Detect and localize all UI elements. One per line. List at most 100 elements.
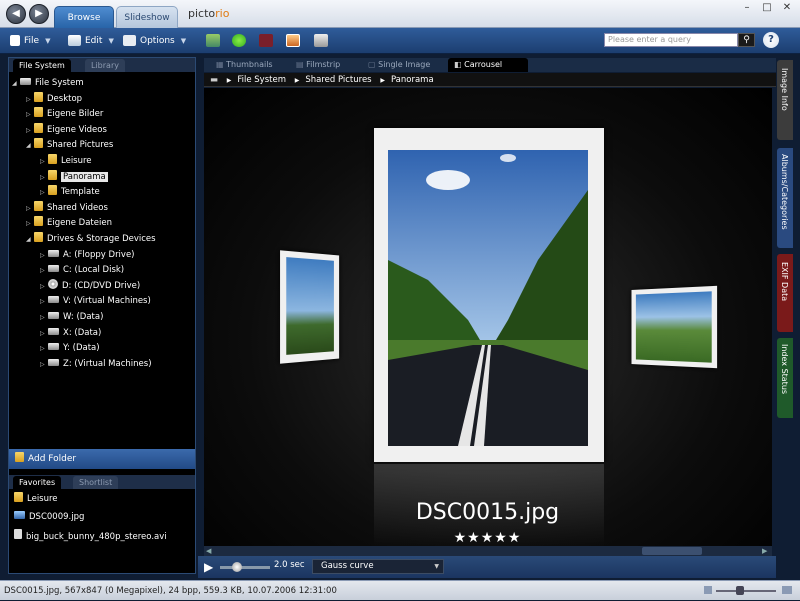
tree-item[interactable]: ◢ File System [12,76,84,91]
expand-icon[interactable]: ▷ [40,341,48,356]
tree-item-label: C: (Local Disk) [63,265,125,276]
tree-item[interactable]: ▷ D: (CD/DVD Drive) [40,278,140,294]
edit-menu-label: Edit [85,36,103,46]
zoom-slider[interactable] [716,590,776,592]
add-folder-button[interactable]: Add Folder [9,449,195,469]
favorite-item[interactable]: Leisure [14,491,58,507]
side-tab-albums-categories[interactable]: Albums/Categories [777,148,793,248]
favorite-item[interactable]: big_buck_bunny_480p_stereo.avi [14,529,167,545]
status-bar: DSC0015.jpg, 567x847 (0 Megapixel), 24 b… [0,580,800,600]
interval-slider[interactable] [220,566,270,569]
expand-icon[interactable]: ▷ [40,248,48,263]
play-icon[interactable]: ▶ [204,560,213,574]
options-menu[interactable]: Options ▼ [123,28,186,54]
photo-image [388,150,588,446]
tree-item[interactable]: ▷ Template [40,185,100,200]
side-tab-image-info[interactable]: Image Info [777,60,793,140]
carousel-photo-right[interactable] [631,285,718,369]
tab-library[interactable]: Library [85,59,125,72]
refresh-icon[interactable] [232,34,246,47]
tree-item[interactable]: ▷ Panorama [40,169,108,185]
tab-carrousel[interactable]: ◧ Carrousel [448,58,528,72]
breadcrumb-item[interactable]: File System [237,75,286,85]
breadcrumb-item[interactable]: Panorama [391,75,434,85]
file-menu[interactable]: File ▼ [10,28,50,54]
expand-icon[interactable]: ▷ [26,123,34,138]
side-tab-exif-data[interactable]: EXIF Data [777,254,793,332]
zoom-out-icon[interactable] [704,586,712,594]
scroll-left-icon[interactable]: ◀ [206,547,211,555]
edit-menu[interactable]: Edit ▼ [68,28,114,54]
forward-icon[interactable]: ▶ [29,4,49,24]
close-icon[interactable]: ✕ [778,2,796,14]
photo-thumbnail [635,291,712,363]
tab-browse[interactable]: Browse [54,6,114,28]
tree-item[interactable]: ▷ X: (Data) [40,326,101,341]
favorite-item[interactable]: DSC0009.jpg [14,509,84,525]
tab-file-system[interactable]: File System [13,59,71,72]
tree-item[interactable]: ▷ Shared Videos [26,200,108,216]
screen-icon[interactable] [286,34,300,47]
tree-item[interactable]: ▷ Z: (Virtual Machines) [40,357,152,372]
breadcrumb-item[interactable]: Shared Pictures [305,75,371,85]
expand-icon[interactable]: ▷ [40,357,48,372]
tree-item[interactable]: ▷ C: (Local Disk) [40,263,124,278]
import-icon[interactable] [206,34,220,47]
expand-icon[interactable]: ▷ [40,310,48,325]
tab-filmstrip[interactable]: ▤ Filmstrip [290,58,340,72]
record-icon[interactable] [259,34,273,47]
tree-item[interactable]: ◢ Drives & Storage Devices [26,232,156,247]
expand-icon[interactable]: ▷ [40,154,48,169]
rating-stars[interactable]: ★★★★★ [350,530,625,546]
road-photo [388,150,588,446]
scrollbar-thumb[interactable] [642,547,702,555]
collapse-icon[interactable]: ◢ [26,138,34,153]
tree-item[interactable]: ▷ Desktop [26,91,82,107]
expand-icon[interactable]: ▷ [40,185,48,200]
expand-icon[interactable]: ▷ [26,201,34,216]
photo-thumbnail [286,257,334,355]
expand-icon[interactable]: ▷ [40,326,48,341]
zoom-in-icon[interactable] [782,586,792,594]
tree-item[interactable]: ▷ Eigene Videos [26,122,107,138]
expand-icon[interactable]: ▷ [40,294,48,309]
carousel-photo-left[interactable] [280,250,340,364]
help-icon[interactable]: ? [763,32,779,48]
minimize-icon[interactable]: – [738,2,756,14]
zoom-handle[interactable] [736,586,744,595]
expand-icon[interactable]: ▷ [26,107,34,122]
expand-icon[interactable]: ▷ [40,279,48,294]
back-icon[interactable]: ◀ [6,4,26,24]
expand-icon[interactable]: ▷ [40,170,48,185]
expand-icon[interactable]: ▷ [26,92,34,107]
expand-icon[interactable]: ▷ [26,216,34,231]
tree-item[interactable]: ▷ V: (Virtual Machines) [40,294,151,309]
print-icon[interactable] [314,34,328,47]
transition-select[interactable]: Gauss curve ▼ [312,559,444,574]
tab-slideshow[interactable]: Slideshow [116,6,178,28]
tree-item[interactable]: ▷ Eigene Dateien [26,216,112,231]
tree-item[interactable]: ▷ A: (Floppy Drive) [40,248,135,263]
tab-favorites[interactable]: Favorites [13,476,62,489]
expand-icon[interactable]: ▷ [40,263,48,278]
tab-single-image[interactable]: ▢ Single Image [362,58,430,72]
tree-item[interactable]: ◢ Shared Pictures [26,138,113,153]
collapse-icon[interactable]: ◢ [26,232,34,247]
maximize-icon[interactable]: □ [758,2,776,14]
tree-item[interactable]: ▷ Eigene Bilder [26,107,103,122]
search-icon[interactable]: ⚲ [738,33,755,47]
collapse-icon[interactable]: ◢ [12,76,20,91]
scroll-right-icon[interactable]: ▶ [762,547,767,555]
carousel-stage[interactable] [204,88,772,546]
tab-thumbnails[interactable]: ▦ Thumbnails [210,58,273,72]
tree-item[interactable]: ▷ W: (Data) [40,310,103,325]
carousel-photo-main[interactable] [374,128,604,462]
tree-item[interactable]: ▷ Y: (Data) [40,341,100,356]
slider-handle[interactable] [232,562,242,572]
search-input[interactable]: Please enter a query [604,33,738,47]
tree-item[interactable]: ▷ Leisure [40,154,92,169]
tab-shortlist[interactable]: Shortlist [73,476,119,489]
tree-item-label: A: (Floppy Drive) [63,249,135,260]
side-tab-index-status[interactable]: Index Status [777,338,793,418]
horizontal-scrollbar[interactable]: ◀ ▶ [204,546,772,556]
